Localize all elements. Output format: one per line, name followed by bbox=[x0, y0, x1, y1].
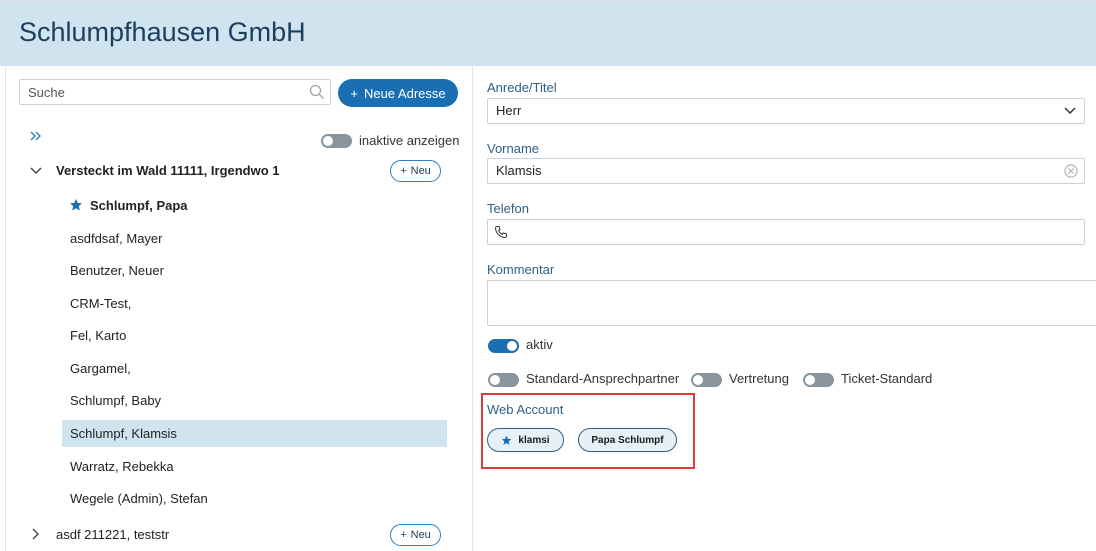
clear-icon[interactable] bbox=[1064, 164, 1078, 178]
standard-contact-toggle[interactable] bbox=[488, 373, 519, 387]
search-input[interactable] bbox=[19, 79, 331, 105]
firstname-value: Klamsis bbox=[496, 163, 542, 178]
contact-form: Anrede/Titel Herr Vorname Klamsis Telefo… bbox=[474, 66, 1096, 551]
web-account-label: Web Account bbox=[487, 402, 564, 417]
substitution-label: Vertretung bbox=[729, 371, 789, 386]
address-group-title[interactable]: asdf 211221, teststr bbox=[56, 527, 169, 542]
star-icon bbox=[70, 199, 82, 211]
star-icon bbox=[502, 435, 512, 445]
page-title: Schlumpfhausen GmbH bbox=[19, 17, 306, 47]
standard-contact-label: Standard-Ansprechpartner bbox=[526, 371, 680, 386]
phone-icon bbox=[494, 226, 507, 239]
contact-list-item[interactable]: asdfdsaf, Mayer bbox=[62, 225, 447, 252]
group-new-contact-button[interactable]: + Neu bbox=[390, 524, 441, 546]
contact-list-item[interactable]: Warratz, Rebekka bbox=[62, 453, 447, 480]
active-label: aktiv bbox=[526, 337, 553, 352]
search-icon[interactable] bbox=[309, 84, 325, 100]
web-account-chip[interactable]: klamsi bbox=[487, 428, 564, 452]
comment-label: Kommentar bbox=[487, 262, 555, 277]
group-new-contact-button[interactable]: + Neu bbox=[390, 160, 441, 182]
show-inactive-toggle[interactable] bbox=[321, 134, 352, 148]
plus-icon: + bbox=[400, 529, 407, 541]
plus-icon: + bbox=[350, 85, 358, 101]
plus-icon: + bbox=[400, 165, 407, 177]
salutation-select[interactable]: Herr bbox=[487, 98, 1085, 124]
ticket-standard-label: Ticket-Standard bbox=[841, 371, 933, 386]
firstname-label: Vorname bbox=[487, 141, 540, 156]
web-account-name: Papa Schlumpf bbox=[591, 434, 664, 446]
contact-list-item[interactable]: Schlumpf, Baby bbox=[62, 387, 447, 414]
contact-list-item-selected[interactable]: Schlumpf, Klamsis bbox=[62, 420, 447, 447]
address-panel: + Neue Adresse inaktive anzeigen Verstec… bbox=[5, 66, 473, 551]
contact-list-item[interactable]: Gargamel, bbox=[62, 355, 447, 382]
active-toggle[interactable] bbox=[488, 339, 519, 353]
salutation-label: Anrede/Titel bbox=[487, 80, 557, 95]
address-group-title[interactable]: Versteckt im Wald 11111, Irgendwo 1 bbox=[56, 163, 280, 178]
contact-list-item[interactable]: Benutzer, Neuer bbox=[62, 257, 447, 284]
substitution-toggle[interactable] bbox=[691, 373, 722, 387]
ticket-standard-toggle[interactable] bbox=[803, 373, 834, 387]
chevron-down-icon bbox=[1064, 107, 1076, 115]
app-header: Schlumpfhausen GmbH bbox=[0, 0, 1096, 66]
contact-list-item[interactable]: Schlumpf, Papa bbox=[62, 192, 447, 219]
contact-name: Schlumpf, Papa bbox=[90, 198, 188, 213]
contact-list-item[interactable]: CRM-Test, bbox=[62, 290, 447, 317]
phone-label: Telefon bbox=[487, 201, 529, 216]
new-label: Neu bbox=[410, 529, 431, 541]
contact-list-item[interactable]: Fel, Karto bbox=[62, 322, 447, 349]
firstname-field[interactable]: Klamsis bbox=[487, 158, 1085, 184]
salutation-value: Herr bbox=[496, 103, 522, 118]
chevron-down-icon[interactable] bbox=[30, 165, 42, 177]
new-label: Neu bbox=[410, 165, 431, 177]
expand-all-icon[interactable] bbox=[29, 129, 43, 143]
new-address-button[interactable]: + Neue Adresse bbox=[338, 79, 458, 107]
web-account-name: klamsi bbox=[518, 434, 550, 446]
contact-list-item[interactable]: Wegele (Admin), Stefan bbox=[62, 485, 447, 512]
show-inactive-label: inaktive anzeigen bbox=[359, 133, 460, 148]
phone-field[interactable] bbox=[487, 219, 1085, 245]
comment-textarea[interactable] bbox=[487, 280, 1096, 326]
chevron-right-icon[interactable] bbox=[30, 528, 42, 540]
web-account-chip[interactable]: Papa Schlumpf bbox=[578, 428, 677, 452]
new-address-label: Neue Adresse bbox=[363, 85, 446, 101]
